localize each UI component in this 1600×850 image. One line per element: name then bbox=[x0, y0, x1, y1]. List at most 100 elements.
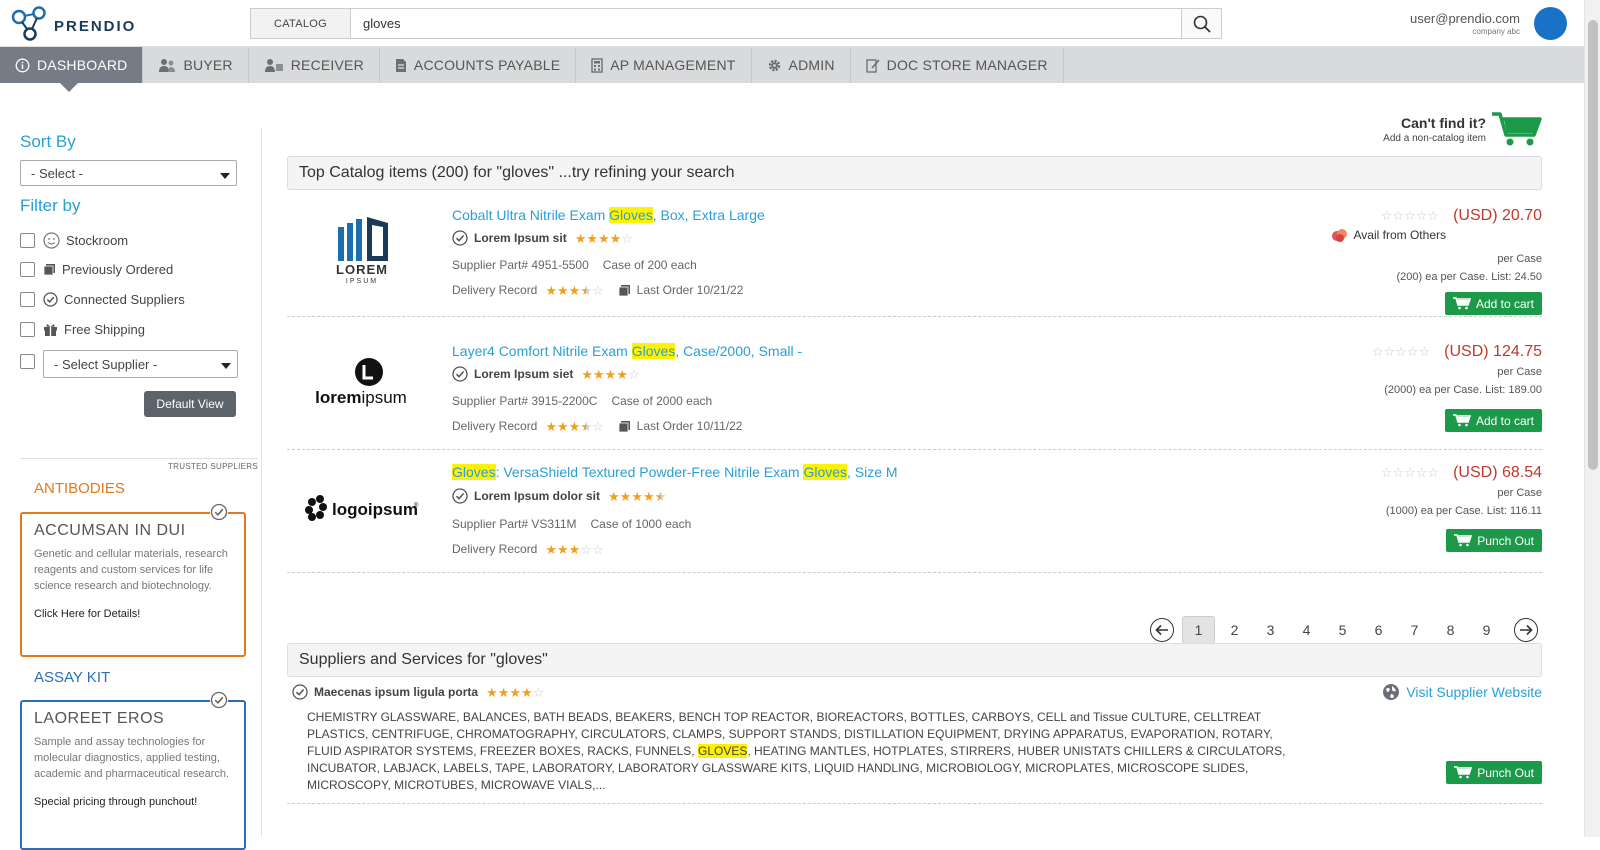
star-icon: ★ bbox=[557, 541, 569, 557]
nav-dashboard[interactable]: DASHBOARD bbox=[0, 47, 144, 92]
cart-icon bbox=[1452, 414, 1471, 427]
services-header: Suppliers and Services for "gloves" bbox=[287, 643, 1542, 677]
alert-icon bbox=[1331, 229, 1347, 242]
user-rating[interactable]: ☆ ☆ ☆ ☆ ☆ bbox=[1372, 345, 1430, 358]
page-3[interactable]: 3 bbox=[1254, 616, 1287, 644]
delivery-rating: ★ ★ ★ ☆ ☆ bbox=[545, 543, 603, 556]
product-supplier: Lorem Ipsum sit ★ ★ ★ ★ ☆ bbox=[452, 230, 633, 246]
title-part: , Box, Extra Large bbox=[652, 207, 765, 223]
star-icon: ★ bbox=[545, 418, 558, 434]
page-9[interactable]: 9 bbox=[1470, 616, 1503, 644]
arrow-right-icon bbox=[1520, 624, 1533, 636]
product-title-link[interactable]: Layer4 Comfort Nitrile Exam Gloves, Case… bbox=[452, 343, 802, 359]
user-info[interactable]: user@prendio.com company abc bbox=[1410, 11, 1520, 36]
main-content: Can't find it? Add a non-catalog item To… bbox=[287, 83, 1542, 837]
page-2[interactable]: 2 bbox=[1218, 616, 1251, 644]
free-shipping-checkbox[interactable] bbox=[20, 322, 35, 337]
receiver-icon bbox=[264, 58, 284, 73]
svg-text:loremipsum: loremipsum bbox=[315, 388, 407, 407]
avail-from-others[interactable]: Avail from Others bbox=[1330, 227, 1446, 243]
nav-accounts-payable[interactable]: ACCOUNTS PAYABLE bbox=[380, 47, 577, 83]
filter-free-shipping[interactable]: Free Shipping bbox=[20, 322, 145, 337]
sidebar-divider bbox=[20, 458, 258, 459]
search-input[interactable] bbox=[351, 9, 1181, 38]
each-list-price: (200) ea per Case. List: 24.50 bbox=[1396, 271, 1542, 283]
page-8[interactable]: 8 bbox=[1434, 616, 1467, 644]
user-rating[interactable]: ☆ ☆ ☆ ☆ ☆ bbox=[1381, 466, 1439, 479]
lorem-logo[interactable]: LOREM IPSUM bbox=[297, 204, 427, 294]
visit-supplier-website-link[interactable]: Visit Supplier Website bbox=[1382, 683, 1542, 701]
ad-details-link[interactable]: Click Here for Details! bbox=[34, 608, 232, 620]
star-icon: ☆ bbox=[591, 418, 604, 434]
star-icon: ★ bbox=[619, 488, 632, 504]
nav-ap-management[interactable]: AP MANAGEMENT bbox=[576, 47, 752, 83]
page-scrollbar[interactable] bbox=[1584, 0, 1600, 837]
ad-details-link[interactable]: Special pricing through punchout! bbox=[34, 796, 232, 808]
punch-out-button[interactable]: Punch Out bbox=[1446, 761, 1542, 784]
supplier-ad-card[interactable]: LAOREET EROS Sample and assay technologi… bbox=[20, 700, 246, 850]
search-button[interactable] bbox=[1181, 9, 1221, 38]
page-1[interactable]: 1 bbox=[1182, 616, 1215, 644]
next-page-button[interactable] bbox=[1514, 618, 1538, 642]
supplier-checkbox[interactable] bbox=[20, 354, 35, 369]
nav-doc-store-manager[interactable]: DOC STORE MANAGER bbox=[851, 47, 1064, 83]
nav-admin[interactable]: ADMIN bbox=[752, 47, 851, 83]
avatar[interactable] bbox=[1534, 7, 1567, 40]
user-rating[interactable]: ☆ ☆ ☆ ☆ ☆ bbox=[1381, 209, 1439, 222]
star-icon: ★ bbox=[497, 684, 510, 700]
title-part: : VersaShield Textured Powder-Free Nitri… bbox=[495, 464, 804, 480]
supplier-ad-card[interactable]: ACCUMSAN IN DUI Genetic and cellular mat… bbox=[20, 512, 246, 657]
page-6[interactable]: 6 bbox=[1362, 616, 1395, 644]
connected-suppliers-checkbox[interactable] bbox=[20, 292, 35, 307]
logoipsum-logo[interactable]: logoipsum ® bbox=[297, 464, 427, 554]
nav-buyer[interactable]: BUYER bbox=[143, 47, 249, 83]
star-icon: ☆ bbox=[532, 684, 545, 700]
prendio-logo[interactable]: PRENDIO bbox=[10, 4, 136, 42]
default-view-button[interactable]: Default View bbox=[144, 391, 236, 417]
supplier-select-value: - Select Supplier - bbox=[54, 356, 158, 372]
star-icon: ☆ bbox=[1415, 465, 1428, 481]
filter-connected-suppliers[interactable]: Connected Suppliers bbox=[20, 292, 185, 307]
product-price: (USD) 68.54 bbox=[1453, 464, 1542, 481]
star-icon: ☆ bbox=[1392, 465, 1405, 481]
prev-page-button[interactable] bbox=[1150, 618, 1174, 642]
star-icon: ☆ bbox=[1380, 465, 1393, 481]
star-icon: ☆ bbox=[1427, 208, 1440, 224]
sort-select[interactable]: - Select - bbox=[20, 160, 237, 186]
page-4[interactable]: 4 bbox=[1290, 616, 1323, 644]
supplier-select[interactable]: - Select Supplier - bbox=[43, 350, 238, 378]
search-term-highlight: Gloves bbox=[631, 343, 676, 359]
previously-ordered-checkbox[interactable] bbox=[20, 262, 35, 277]
star-icon: ★ bbox=[580, 418, 592, 434]
delivery-meta: Delivery Record ★ ★ ★ ★ ☆ Last Order 10/21/2… bbox=[452, 283, 743, 297]
active-tab-caret bbox=[60, 83, 78, 92]
filter-stockroom[interactable]: Stockroom bbox=[20, 232, 128, 249]
star-icon: ★ bbox=[609, 230, 622, 246]
per-unit: per Case bbox=[1497, 487, 1542, 499]
add-to-cart-button[interactable]: Add to cart bbox=[1444, 292, 1542, 315]
loremipsum-logo[interactable]: loremipsum bbox=[297, 341, 427, 431]
supplier-rating: ★ ★ ★ ★ ★ bbox=[608, 490, 666, 503]
each-list-price: (1000) ea per Case. List: 116.11 bbox=[1385, 505, 1542, 517]
cart-icon bbox=[1452, 297, 1471, 310]
calculator-icon bbox=[591, 57, 603, 73]
star-icon: ★ bbox=[521, 684, 533, 700]
supplier-name: Lorem Ipsum siet bbox=[474, 367, 574, 381]
product-title-link[interactable]: Gloves: VersaShield Textured Powder-Free… bbox=[452, 464, 898, 480]
stockroom-checkbox[interactable] bbox=[20, 233, 35, 248]
top-header: PRENDIO CATALOG user@prendio.com company… bbox=[0, 0, 1600, 47]
scroll-thumb[interactable] bbox=[1588, 20, 1598, 470]
nav-receiver[interactable]: RECEIVER bbox=[249, 47, 380, 83]
search-scope-button[interactable]: CATALOG bbox=[251, 9, 351, 38]
search-term-highlight: GLOVES bbox=[697, 744, 748, 758]
add-to-cart-button[interactable]: Add to cart bbox=[1444, 409, 1542, 432]
non-catalog-item-link[interactable]: Can't find it? Add a non-catalog item bbox=[1379, 111, 1542, 147]
filter-previously-ordered[interactable]: Previously Ordered bbox=[20, 262, 173, 277]
page-5[interactable]: 5 bbox=[1326, 616, 1359, 644]
svg-text:logoipsum: logoipsum bbox=[332, 500, 418, 519]
page-7[interactable]: 7 bbox=[1398, 616, 1431, 644]
product-meta: Supplier Part# 3915-2200C Case of 2000 e… bbox=[452, 394, 712, 408]
punch-out-button[interactable]: Punch Out bbox=[1446, 529, 1542, 552]
product-title-link[interactable]: Cobalt Ultra Nitrile Exam Gloves, Box, E… bbox=[452, 207, 765, 223]
check-circle-icon bbox=[292, 684, 308, 700]
